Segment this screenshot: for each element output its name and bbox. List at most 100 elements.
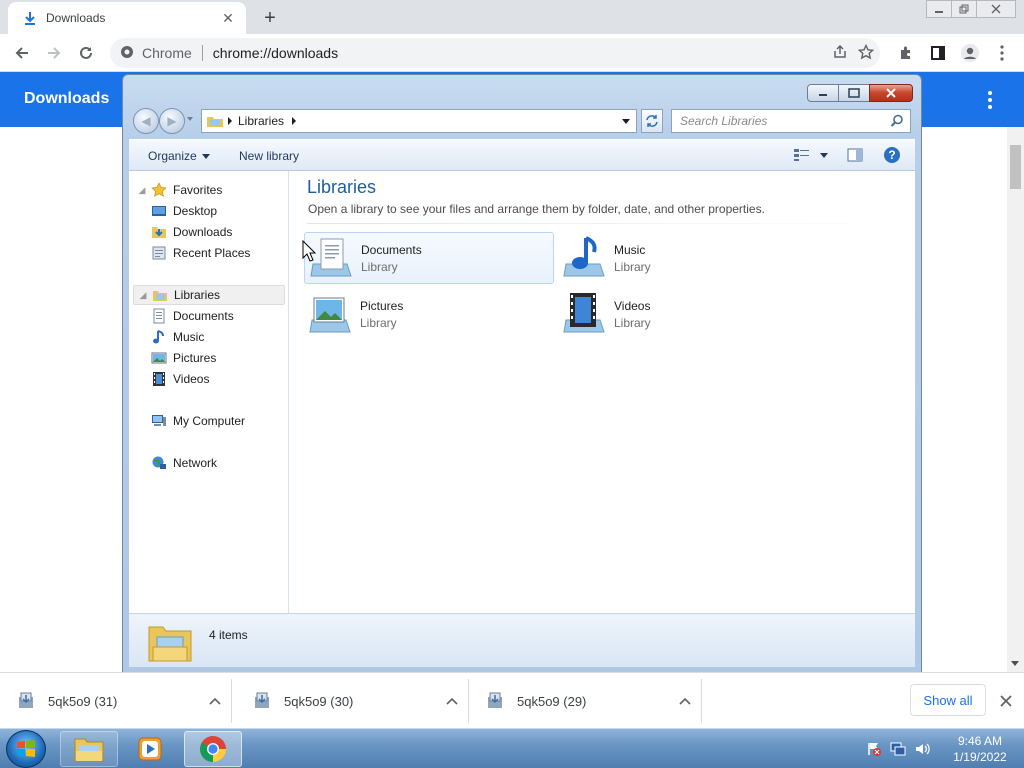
window-close-button[interactable] <box>976 0 1016 18</box>
tab-downloads[interactable]: Downloads ✕ <box>8 2 246 34</box>
breadcrumb-libraries[interactable]: Libraries <box>238 114 284 128</box>
favorites-star-icon <box>151 182 167 197</box>
recent-pages-chevron-icon[interactable] <box>187 117 193 121</box>
nav-label: Network <box>173 456 218 470</box>
back-button[interactable] <box>8 39 36 67</box>
library-pictures[interactable]: Pictures Library <box>304 288 554 340</box>
volume-speaker-icon[interactable] <box>914 741 930 760</box>
breadcrumb-separator-icon[interactable] <box>228 117 232 125</box>
breadcrumb-separator-icon[interactable] <box>292 117 297 125</box>
nav-item-music[interactable]: Music <box>151 327 307 347</box>
nav-label: Downloads <box>173 225 233 239</box>
nav-item-documents[interactable]: Documents <box>151 306 307 326</box>
bookmark-star-icon[interactable] <box>857 43 875 63</box>
library-type: Library <box>614 259 651 274</box>
library-name: Pictures <box>360 298 404 313</box>
explorer-refresh-button[interactable] <box>641 109 663 133</box>
explorer-search-box[interactable]: Search Libraries <box>671 109 911 133</box>
taskbar-explorer[interactable] <box>60 731 118 767</box>
explorer-forward-button[interactable]: ▶ <box>159 108 185 134</box>
view-dropdown-icon[interactable] <box>820 152 828 158</box>
chrome-menu-button[interactable] <box>988 39 1016 67</box>
pictures-library-icon <box>309 297 351 333</box>
show-all-button[interactable]: Show all <box>910 684 986 716</box>
library-name: Documents <box>361 242 422 257</box>
nav-label: Documents <box>173 309 234 323</box>
nav-item-network[interactable]: Network <box>137 453 293 473</box>
nav-item-recent-places[interactable]: Recent Places <box>151 243 307 263</box>
expand-arrow-icon[interactable] <box>137 416 147 426</box>
taskbar-clock[interactable]: 9:46 AM 1/19/2022 <box>940 733 1020 765</box>
taskbar-media-player[interactable] <box>122 731 178 767</box>
search-icon[interactable] <box>890 114 904 128</box>
address-dropdown-icon[interactable] <box>622 119 630 124</box>
extensions-button[interactable] <box>892 39 920 67</box>
download-item[interactable]: 5qk5o9 (29) <box>469 679 702 723</box>
preview-pane-button[interactable] <box>847 148 863 162</box>
music-note-icon <box>153 330 164 344</box>
omnibox[interactable]: Chrome chrome://downloads <box>110 38 880 68</box>
download-item[interactable]: 5qk5o9 (31) <box>0 679 232 723</box>
nav-item-desktop[interactable]: Desktop <box>151 201 307 221</box>
content-divider <box>307 223 903 224</box>
explorer-minimize-button[interactable] <box>807 84 839 102</box>
taskbar-chrome[interactable] <box>184 731 242 767</box>
collapse-arrow-icon[interactable]: ◢ <box>137 185 147 195</box>
help-question-icon: ? <box>884 147 900 163</box>
nav-item-videos[interactable]: Videos <box>151 369 307 389</box>
computer-icon <box>152 415 166 426</box>
organize-menu[interactable]: Organize <box>148 149 210 163</box>
collapse-arrow-icon[interactable]: ◢ <box>138 290 148 300</box>
network-status-icon[interactable] <box>890 741 906 760</box>
download-item[interactable]: 5qk5o9 (30) <box>236 679 469 723</box>
scroll-down-arrow-icon[interactable] <box>1011 661 1019 666</box>
library-videos[interactable]: Videos Library <box>558 288 808 340</box>
installer-file-icon <box>255 692 269 708</box>
libraries-icon <box>153 291 167 301</box>
tab-close-icon[interactable]: ✕ <box>220 10 236 26</box>
change-view-button[interactable] <box>793 148 828 162</box>
omnibox-scheme-label: Chrome <box>142 45 192 61</box>
start-button[interactable] <box>6 730 46 768</box>
nav-item-my-computer[interactable]: My Computer <box>137 411 293 431</box>
nav-label: My Computer <box>173 414 246 428</box>
explorer-address-bar[interactable]: Libraries <box>201 109 637 133</box>
chevron-up-icon[interactable] <box>675 691 695 711</box>
system-tray: 9:46 AM 1/19/2022 <box>860 729 1024 768</box>
profile-avatar[interactable] <box>956 39 984 67</box>
new-library-button[interactable]: New library <box>239 149 299 163</box>
share-icon[interactable] <box>832 44 848 63</box>
explorer-back-button[interactable]: ◀ <box>133 108 159 134</box>
window-minimize-button[interactable] <box>926 0 952 18</box>
downloads-menu-button[interactable] <box>980 90 1000 110</box>
window-restore-button[interactable] <box>951 0 977 18</box>
explorer-maximize-button[interactable] <box>838 84 870 102</box>
library-type: Library <box>360 315 397 330</box>
close-shelf-icon[interactable] <box>996 691 1016 711</box>
help-button[interactable]: ? <box>883 146 901 164</box>
page-scrollbar[interactable] <box>1007 127 1024 672</box>
nav-item-pictures[interactable]: Pictures <box>151 348 307 368</box>
windows-taskbar: 9:46 AM 1/19/2022 <box>0 728 1024 768</box>
nav-item-favorites[interactable]: ◢ Favorites <box>137 180 293 200</box>
explorer-close-button[interactable] <box>869 84 913 102</box>
nav-label: Recent Places <box>173 246 251 260</box>
scrollbar-thumb[interactable] <box>1010 145 1021 189</box>
nav-label: Desktop <box>173 204 218 218</box>
library-name: Music <box>614 242 646 257</box>
content-title: Libraries <box>307 177 377 197</box>
side-panel-button[interactable] <box>924 39 952 67</box>
chevron-up-icon[interactable] <box>442 691 462 711</box>
organize-label: Organize <box>148 149 197 163</box>
expand-arrow-icon[interactable] <box>137 458 147 468</box>
reload-button[interactable] <box>72 39 100 67</box>
nav-item-libraries[interactable]: ◢ Libraries <box>133 285 285 305</box>
nav-item-downloads[interactable]: Downloads <box>151 222 307 242</box>
chevron-up-icon[interactable] <box>205 691 225 711</box>
forward-button[interactable] <box>40 39 68 67</box>
action-center-flag-icon[interactable] <box>866 741 882 760</box>
new-tab-button[interactable]: + <box>258 6 282 30</box>
library-music[interactable]: Music Library <box>558 232 808 284</box>
library-documents[interactable]: Documents Library <box>304 232 554 284</box>
omnibox-url[interactable]: chrome://downloads <box>213 45 338 61</box>
